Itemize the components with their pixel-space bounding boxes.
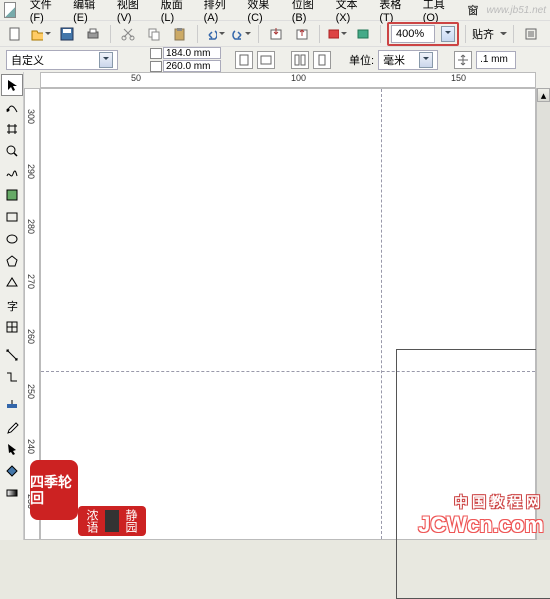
print-button[interactable] xyxy=(82,23,104,45)
vertical-guide[interactable] xyxy=(381,89,382,539)
separator xyxy=(258,25,259,43)
menu-window[interactable]: 窗 xyxy=(462,0,485,20)
units-select[interactable]: 毫米 xyxy=(378,50,438,70)
scroll-up-icon[interactable]: ▴ xyxy=(537,88,550,102)
redo-button[interactable] xyxy=(230,23,252,45)
red-seal-stamp: 四季轮回 xyxy=(30,460,78,520)
interactive-tool[interactable] xyxy=(1,394,23,416)
page-dimensions xyxy=(150,47,221,72)
seal-text: 静园 xyxy=(123,509,140,533)
dropdown-icon[interactable] xyxy=(99,52,113,68)
all-pages-button[interactable] xyxy=(291,51,309,69)
separator xyxy=(380,25,381,43)
ruler-tick: 280 xyxy=(26,219,36,234)
width-icon xyxy=(150,48,162,59)
workspace: 字 50 100 150 300 290 280 270 260 250 240… xyxy=(0,72,550,540)
page-height-input[interactable] xyxy=(163,60,221,72)
canvas-area: 50 100 150 300 290 280 270 260 250 240 2… xyxy=(24,72,550,540)
new-button[interactable] xyxy=(4,23,26,45)
table-tool[interactable] xyxy=(1,316,23,338)
portrait-button[interactable] xyxy=(235,51,253,69)
ruler-tick: 100 xyxy=(291,73,306,83)
ellipse-tool[interactable] xyxy=(1,228,23,250)
property-bar: 自定义 单位: 毫米 xyxy=(0,46,550,72)
ruler-tick: 150 xyxy=(451,73,466,83)
document-icon xyxy=(4,2,16,18)
separator xyxy=(465,25,466,43)
watermark: www.jb51.net xyxy=(487,5,546,16)
import-button[interactable] xyxy=(265,23,287,45)
interactive-fill-tool[interactable] xyxy=(1,482,23,504)
app-launcher-button[interactable] xyxy=(326,23,348,45)
polygon-tool[interactable] xyxy=(1,250,23,272)
standard-toolbar: 贴齐 xyxy=(0,20,550,46)
svg-text:字: 字 xyxy=(7,299,18,312)
zoom-tool[interactable] xyxy=(1,140,23,162)
dimension-tool[interactable] xyxy=(1,344,23,366)
toolbox: 字 xyxy=(0,72,24,540)
ruler-tick: 50 xyxy=(131,73,141,83)
text-tool[interactable]: 字 xyxy=(1,294,23,316)
welcome-button[interactable] xyxy=(352,23,374,45)
units-value: 毫米 xyxy=(383,52,405,68)
crop-tool[interactable] xyxy=(1,118,23,140)
separator xyxy=(197,25,198,43)
paste-button[interactable] xyxy=(169,23,191,45)
seal-text: 浓语 xyxy=(84,509,101,533)
units-label: 单位: xyxy=(349,52,374,68)
horizontal-ruler[interactable]: 50 100 150 xyxy=(40,72,536,88)
preset-value: 自定义 xyxy=(11,52,44,68)
smart-fill-tool[interactable] xyxy=(1,184,23,206)
eyedropper-tool[interactable] xyxy=(1,416,23,438)
menu-bar: 文件(F) 编辑(E) 视图(V) 版面(L) 排列(A) 效果(C) 位图(B… xyxy=(0,0,550,20)
current-page-button[interactable] xyxy=(313,51,331,69)
shape-tool[interactable] xyxy=(1,96,23,118)
dropdown-icon[interactable] xyxy=(419,52,433,68)
nudge-input[interactable] xyxy=(476,51,516,69)
red-seal-wide: 浓语 静园 xyxy=(78,506,146,536)
basic-shapes-tool[interactable] xyxy=(1,272,23,294)
cut-button[interactable] xyxy=(117,23,139,45)
freehand-tool[interactable] xyxy=(1,162,23,184)
open-button[interactable] xyxy=(30,23,52,45)
undo-button[interactable] xyxy=(204,23,226,45)
fill-tool[interactable] xyxy=(1,460,23,482)
separator xyxy=(513,25,514,43)
brand-cn: 中国教程网 xyxy=(418,492,544,512)
page-width-input[interactable] xyxy=(163,47,221,59)
snap-dropdown-icon[interactable] xyxy=(500,30,507,37)
zoom-dropdown[interactable] xyxy=(441,26,455,42)
ruler-tick: 300 xyxy=(26,109,36,124)
outline-tool[interactable] xyxy=(1,438,23,460)
ruler-tick: 240 xyxy=(26,439,36,454)
ruler-tick: 290 xyxy=(26,164,36,179)
ruler-tick: 270 xyxy=(26,274,36,289)
page-boundary xyxy=(396,349,550,599)
nudge-icon xyxy=(454,51,472,69)
height-icon xyxy=(150,61,162,72)
connector-tool[interactable] xyxy=(1,366,23,388)
ruler-tick: 250 xyxy=(26,384,36,399)
copy-button[interactable] xyxy=(143,23,165,45)
brand-en: JCWcn.com xyxy=(418,512,544,538)
page-preset-select[interactable]: 自定义 xyxy=(6,50,118,70)
landscape-button[interactable] xyxy=(257,51,275,69)
snap-label[interactable]: 贴齐 xyxy=(472,26,494,42)
brand-watermark: 中国教程网 JCWcn.com xyxy=(418,492,544,538)
rectangle-tool[interactable] xyxy=(1,206,23,228)
zoom-input[interactable] xyxy=(391,25,435,43)
options-button[interactable] xyxy=(520,23,542,45)
ruler-tick: 260 xyxy=(26,329,36,344)
drawing-canvas[interactable] xyxy=(40,88,536,540)
export-button[interactable] xyxy=(291,23,313,45)
separator xyxy=(110,25,111,43)
vertical-scrollbar[interactable]: ▴ xyxy=(536,88,550,540)
save-button[interactable] xyxy=(56,23,78,45)
zoom-level-highlight xyxy=(387,22,459,46)
seal-photo xyxy=(105,510,119,532)
separator xyxy=(319,25,320,43)
pick-tool[interactable] xyxy=(1,74,23,96)
